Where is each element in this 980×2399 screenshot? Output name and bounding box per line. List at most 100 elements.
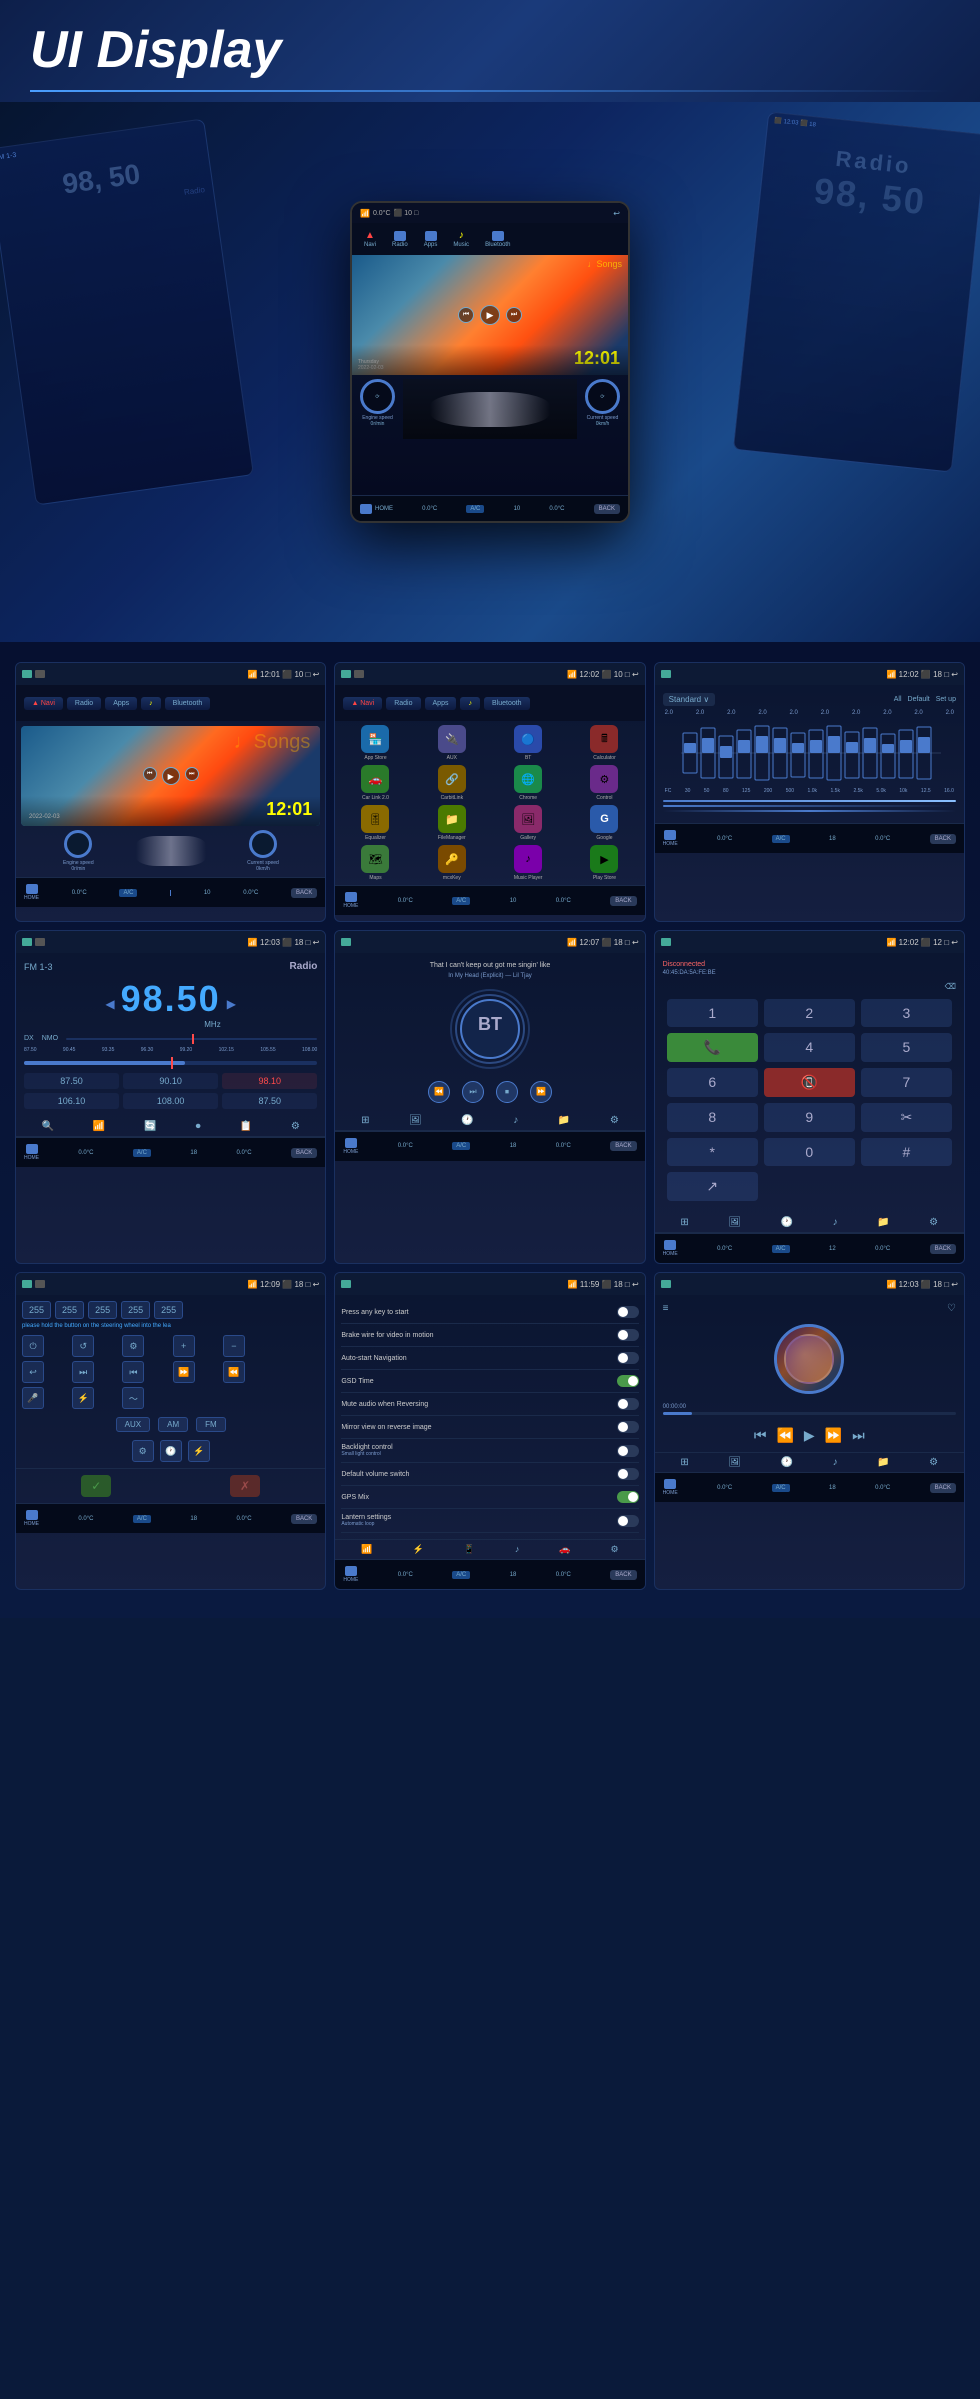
radio-ac-btn[interactable]: A/C — [133, 1149, 151, 1157]
phone-ac-btn[interactable]: A/C — [772, 1245, 790, 1253]
nav-bluetooth[interactable]: Bluetooth — [479, 229, 516, 250]
toggle-backlight[interactable] — [617, 1445, 639, 1457]
sc-back[interactable]: ↩ — [22, 1361, 44, 1383]
app-equalizer[interactable]: 🎚 Equalizer — [339, 805, 411, 841]
steering-home-btn[interactable]: HOME — [24, 1510, 39, 1527]
progress-bar-track[interactable] — [663, 1412, 956, 1415]
fm-btn[interactable]: FM — [196, 1417, 226, 1432]
bt-ac-btn[interactable]: A/C — [452, 1142, 470, 1150]
preset-4[interactable]: 106.10 — [24, 1093, 119, 1109]
radio-back-btn[interactable]: BACK — [291, 1148, 317, 1158]
key-7[interactable]: 7 — [861, 1068, 952, 1097]
radio-settings-btn[interactable]: ⚙ — [291, 1121, 300, 1132]
music-icon-menu[interactable]: ⊞ — [680, 1457, 688, 1468]
key-0[interactable]: 0 — [764, 1138, 855, 1166]
music-icon-note[interactable]: ♪ — [833, 1457, 838, 1468]
toggle-gsd-time[interactable] — [617, 1375, 639, 1387]
key-1[interactable]: 1 — [667, 999, 758, 1027]
radio-list-btn[interactable]: 📋 — [240, 1121, 252, 1132]
key-3[interactable]: 3 — [861, 999, 952, 1027]
bt-prev-btn[interactable]: ⏪ — [428, 1081, 450, 1103]
nav-radio[interactable]: Radio — [386, 229, 414, 250]
steering-back-btn[interactable]: BACK — [291, 1514, 317, 1524]
apps-bt-btn[interactable]: Bluetooth — [484, 697, 530, 710]
apps-home-btn[interactable]: HOME — [343, 892, 358, 909]
key-4[interactable]: 4 — [764, 1033, 855, 1062]
sc-power[interactable]: ⏻ — [22, 1335, 44, 1357]
app-aux[interactable]: 🔌 AUX — [416, 725, 488, 761]
home-icon-btn[interactable]: HOME — [24, 884, 39, 901]
key-5[interactable]: 5 — [861, 1033, 952, 1062]
key-arrow[interactable]: ↗ — [667, 1172, 758, 1201]
home-next[interactable]: ⏭ — [185, 767, 199, 781]
music-icon-gear[interactable]: ⚙ — [929, 1457, 938, 1468]
music-ff-btn[interactable]: ⏩ — [825, 1427, 842, 1444]
cancel-btn[interactable]: ✗ — [230, 1475, 260, 1497]
key-hash[interactable]: # — [861, 1138, 952, 1166]
apps-apps-btn[interactable]: Apps — [425, 697, 457, 710]
eq-all-btn[interactable]: All — [894, 696, 902, 703]
nav-apps[interactable]: Apps — [418, 229, 444, 250]
eq-default-btn[interactable]: Default — [908, 696, 930, 703]
eq-back-btn[interactable]: BACK — [930, 834, 956, 844]
settings-car-btn[interactable]: 🚗 — [559, 1544, 570, 1555]
freq-prev[interactable]: ◀ — [105, 997, 114, 1011]
radio-signal-btn[interactable]: 📶 — [93, 1121, 105, 1132]
sc-prev[interactable]: ⏪ — [223, 1361, 245, 1383]
phone-back-btn[interactable]: BACK — [930, 1244, 956, 1254]
play-btn[interactable]: ▶ — [480, 305, 500, 325]
music-icon-photo[interactable]: 🖼 — [728, 1457, 741, 1468]
music-back-btn[interactable]: BACK — [930, 1483, 956, 1493]
key-star[interactable]: * — [667, 1138, 758, 1166]
preset-1[interactable]: 87.50 — [24, 1073, 119, 1089]
apps-navi-btn[interactable]: ▲ Navi — [343, 697, 382, 710]
home-play[interactable]: ▶ — [162, 767, 180, 785]
am-btn[interactable]: AM — [158, 1417, 188, 1432]
music-play-btn[interactable]: ▶ — [804, 1427, 815, 1444]
sc-refresh[interactable]: ↺ — [72, 1335, 94, 1357]
phone-gear-btn[interactable]: ⚙ — [929, 1217, 938, 1228]
app-maps[interactable]: 🗺 Maps — [339, 845, 411, 881]
sc-ff[interactable]: ⏭ — [72, 1361, 94, 1383]
app-carbitlink[interactable]: 🔗 CarbitLink — [416, 765, 488, 801]
music-home-btn[interactable]: HOME — [663, 1479, 678, 1496]
toggle-press-key[interactable] — [617, 1306, 639, 1318]
bt-nav-btn[interactable]: Bluetooth — [165, 697, 211, 710]
settings-music-btn[interactable]: ♪ — [515, 1544, 520, 1555]
settings-phone-btn[interactable]: 📱 — [464, 1544, 475, 1555]
apps-music-btn[interactable]: ♪ — [460, 697, 480, 710]
key-9[interactable]: 9 — [764, 1103, 855, 1132]
music-favorite-icon[interactable]: ♡ — [947, 1303, 956, 1314]
ac-btn[interactable]: A/C — [119, 889, 137, 897]
settings-home-btn[interactable]: HOME — [343, 1566, 358, 1583]
bt-file-btn[interactable]: 📁 — [558, 1115, 570, 1126]
settings-wifi-btn[interactable]: 📶 — [361, 1544, 372, 1555]
home-btn[interactable]: HOME — [360, 504, 393, 514]
eq-setup-btn[interactable]: Set up — [936, 696, 956, 703]
ac-control[interactable]: A/C — [466, 505, 484, 513]
phone-backspace[interactable]: ⌫ — [663, 982, 956, 991]
key-hangup[interactable]: 📵 — [764, 1068, 855, 1097]
sc-gear[interactable]: ⚙ — [122, 1335, 144, 1357]
bt-next-btn[interactable]: ⏭ — [462, 1081, 484, 1103]
app-gallery[interactable]: 🖼 Gallery — [492, 805, 564, 841]
toggle-auto-navi[interactable] — [617, 1352, 639, 1364]
sc-wave[interactable]: 〜 — [122, 1387, 144, 1409]
nav-navi[interactable]: ▲ Navi — [358, 228, 382, 250]
key-scissor[interactable]: ✂ — [861, 1103, 952, 1132]
settings-ac-btn[interactable]: A/C — [452, 1571, 470, 1579]
music-ac-btn[interactable]: A/C — [772, 1484, 790, 1492]
gear-icon-sm[interactable]: ⚙ — [132, 1440, 154, 1462]
sc-vol-up[interactable]: + — [173, 1335, 195, 1357]
preset-3-active[interactable]: 98.10 — [222, 1073, 317, 1089]
app-calculator[interactable]: 🖩 Calculator — [568, 725, 640, 761]
toggle-gps-mix[interactable] — [617, 1491, 639, 1503]
sc-rew[interactable]: ⏮ — [122, 1361, 144, 1383]
phone-photo-btn[interactable]: 🖼 — [728, 1217, 741, 1228]
app-appstore[interactable]: 🏪 App Store — [339, 725, 411, 761]
radio-nav-btn[interactable]: Radio — [67, 697, 101, 710]
freq-next[interactable]: ▶ — [227, 997, 236, 1011]
navi-btn[interactable]: ▲ Navi — [24, 697, 63, 710]
app-google[interactable]: G Google — [568, 805, 640, 841]
radio-search-btn[interactable]: 🔍 — [41, 1121, 53, 1132]
